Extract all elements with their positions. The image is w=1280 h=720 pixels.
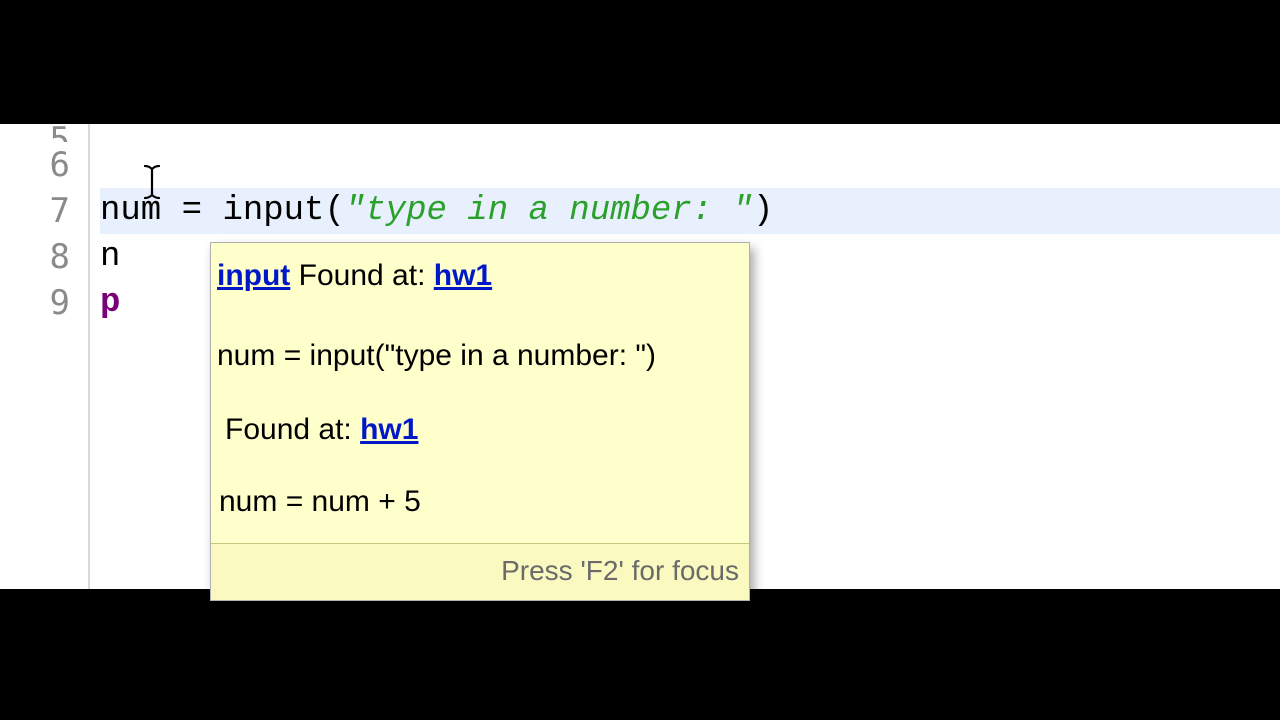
tooltip-hint: Press 'F2' for focus — [211, 543, 749, 600]
token-paren: ) — [753, 192, 773, 230]
code-editor[interactable]: 5 6 7 8 9 num = input("type in a number:… — [0, 124, 1280, 589]
letterbox-bottom — [0, 589, 1280, 720]
token-function: input — [222, 192, 324, 230]
code-line-6[interactable] — [100, 142, 1280, 188]
line-number-gutter: 5 6 7 8 9 — [0, 124, 90, 589]
token-fragment: n — [100, 238, 120, 276]
tooltip-location-link[interactable]: hw1 — [434, 259, 492, 292]
tooltip-text: Found at: — [290, 259, 433, 292]
letterbox-top — [0, 0, 1280, 124]
line-number: 5 — [50, 136, 70, 142]
line-number: 9 — [0, 280, 70, 326]
token-variable: num — [100, 192, 161, 230]
tooltip-entry: Found at: hw1 — [225, 407, 743, 453]
token-paren: ( — [324, 192, 344, 230]
code-area[interactable]: num = input("type in a number: ") n p in… — [90, 124, 1280, 589]
line-number: 6 — [0, 142, 70, 188]
line-number: 8 — [0, 234, 70, 280]
tooltip-location-link[interactable]: hw1 — [360, 413, 418, 446]
tooltip-text: Found at: — [225, 413, 360, 446]
token-string: "type in a number: " — [345, 192, 753, 230]
tooltip-code-snippet: num = input("type in a number: ") — [217, 333, 743, 379]
hover-tooltip: input Found at: hw1 num = input("type in… — [210, 242, 750, 601]
tooltip-symbol-link[interactable]: input — [217, 259, 290, 292]
tooltip-code-snippet: num = num + 5 — [219, 479, 743, 525]
code-line-7[interactable]: num = input("type in a number: ") — [100, 188, 1280, 234]
token-fragment: p — [100, 284, 120, 322]
line-number: 7 — [0, 188, 70, 234]
token-operator: = — [161, 192, 222, 230]
tooltip-entry: input Found at: hw1 num = input("type in… — [217, 253, 743, 379]
